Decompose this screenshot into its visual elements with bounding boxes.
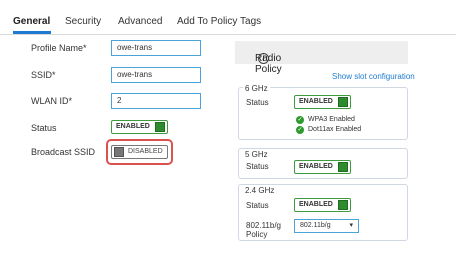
tab-advanced[interactable]: Advanced [118, 16, 162, 27]
chevron-down-icon: ▾ [349, 222, 353, 229]
group-5ghz-title: 5 GHz [245, 150, 268, 159]
tab-add-to-policy-tags[interactable]: Add To Policy Tags [177, 16, 261, 27]
group-6ghz-title: 6 GHz [243, 84, 270, 93]
status-toggle[interactable]: ENABLED [111, 120, 168, 134]
wlan-id-label: WLAN ID* [31, 96, 73, 106]
status-label: Status [31, 123, 57, 133]
status-2-4ghz-toggle-text: ENABLED [299, 201, 333, 208]
policy-2-4ghz-label-line1: 802.11b/g [246, 221, 281, 230]
tab-security[interactable]: Security [65, 16, 101, 27]
policy-2-4ghz-select[interactable]: 802.11b/g ▾ [294, 219, 359, 233]
status-6ghz-toggle[interactable]: ENABLED [294, 95, 351, 109]
status-2-4ghz-toggle[interactable]: ENABLED [294, 198, 351, 212]
profile-name-field[interactable]: owe-trans [111, 40, 201, 56]
status-6ghz-label: Status [246, 98, 269, 107]
checkmark-icon: ✓ [296, 116, 304, 124]
broadcast-ssid-toggle-text: DISABLED [128, 148, 163, 155]
status-2-4ghz-label: Status [246, 201, 269, 210]
wpa3-enabled-text: WPA3 Enabled [308, 116, 355, 123]
toggle-knob [338, 162, 348, 172]
policy-2-4ghz-label-line2: Policy [246, 230, 268, 239]
ssid-field[interactable]: owe-trans [111, 67, 201, 83]
policy-2-4ghz-select-value: 802.11b/g [300, 222, 331, 229]
show-slot-configuration-link[interactable]: Show slot configuration [332, 72, 415, 81]
toggle-knob [155, 122, 165, 132]
ssid-label: SSID* [31, 70, 56, 80]
toggle-knob [338, 97, 348, 107]
status-5ghz-label: Status [246, 162, 269, 171]
active-tab-indicator [13, 31, 51, 34]
status-5ghz-toggle[interactable]: ENABLED [294, 160, 351, 174]
info-icon[interactable]: i [258, 53, 269, 64]
wlan-id-field[interactable]: 2 [111, 93, 201, 109]
status-toggle-text: ENABLED [116, 123, 150, 130]
tab-bar: General Security Advanced Add To Policy … [0, 0, 456, 35]
checkmark-icon: ✓ [296, 126, 304, 134]
toggle-knob [338, 200, 348, 210]
tab-general[interactable]: General [13, 16, 50, 27]
broadcast-ssid-toggle[interactable]: DISABLED [111, 145, 168, 159]
status-5ghz-toggle-text: ENABLED [299, 163, 333, 170]
status-6ghz-toggle-text: ENABLED [299, 98, 333, 105]
profile-name-label: Profile Name* [31, 43, 87, 53]
dot11ax-enabled-text: Dot11ax Enabled [308, 126, 362, 133]
toggle-knob [114, 147, 124, 157]
group-2-4ghz-title: 2.4 GHz [245, 186, 275, 195]
broadcast-ssid-label: Broadcast SSID [31, 147, 96, 157]
radio-policy-header: Radio Policy i [235, 41, 408, 75]
